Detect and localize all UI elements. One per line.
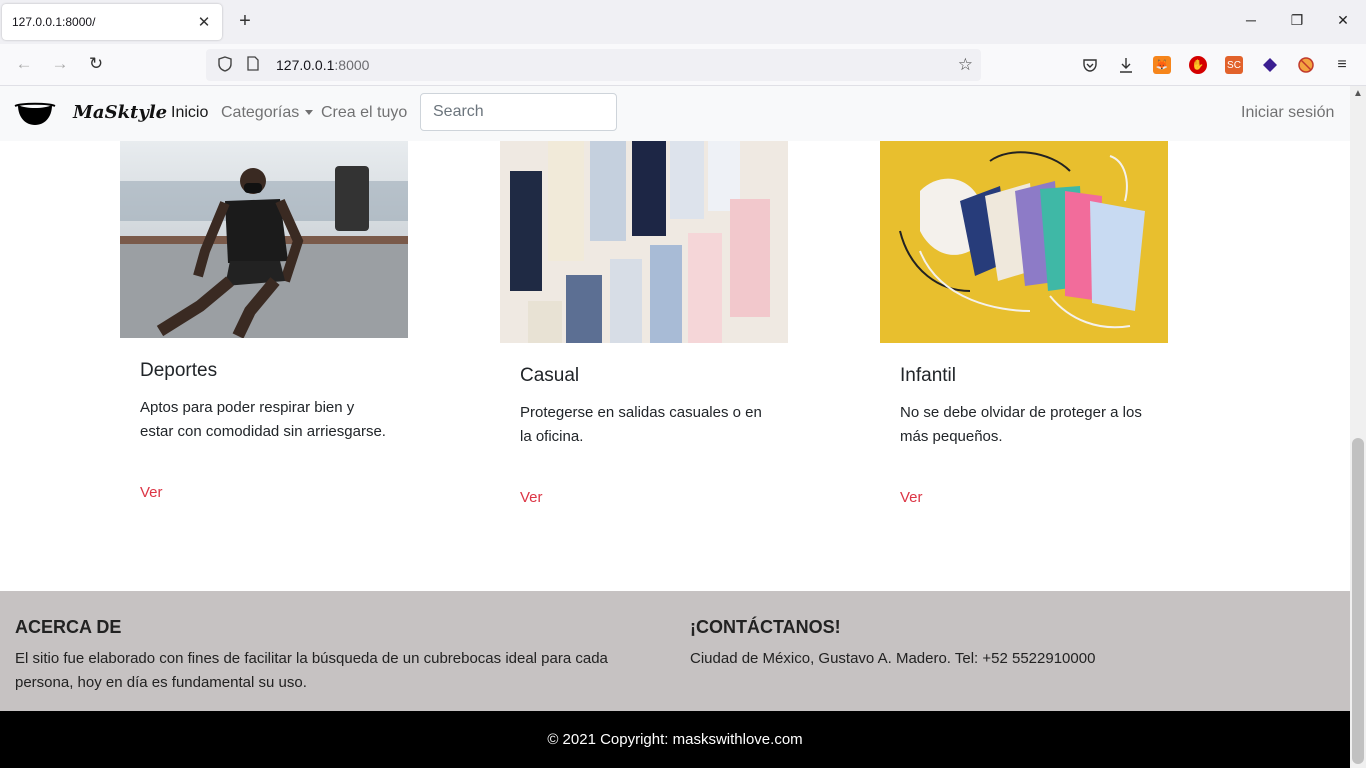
scroll-up-icon[interactable]: ▲ bbox=[1353, 88, 1363, 99]
card-link-ver[interactable]: Ver bbox=[520, 489, 543, 506]
page-scrollbar[interactable]: ▲ bbox=[1350, 86, 1366, 768]
url-bar[interactable]: 127.0.0.1:8000 ☆ bbox=[206, 49, 981, 81]
shield-icon[interactable] bbox=[216, 55, 234, 75]
nav-categorias[interactable]: Categorías bbox=[221, 104, 314, 122]
forward-icon[interactable]: → bbox=[49, 54, 71, 74]
restore-icon[interactable]: ❐ bbox=[1287, 12, 1307, 29]
footer-about-title: ACERCA DE bbox=[15, 617, 122, 637]
close-tab-icon[interactable]: ✕ bbox=[196, 13, 212, 31]
brand-name[interactable]: MaSktyle bbox=[73, 102, 167, 123]
star-icon[interactable]: ☆ bbox=[958, 55, 973, 75]
login-link[interactable]: Iniciar sesión bbox=[1241, 104, 1334, 122]
card-title: Casual bbox=[520, 365, 580, 386]
site-navbar: MaSktyle Inicio Categorías Crea el tuyo … bbox=[0, 86, 1350, 141]
copyright-bar: © 2021 Copyright: maskswithlove.com bbox=[0, 711, 1350, 768]
card-link-ver[interactable]: Ver bbox=[140, 484, 163, 501]
footer-contact-text: Ciudad de México, Gustavo A. Madero. Tel… bbox=[690, 650, 1096, 667]
search-input[interactable] bbox=[420, 93, 617, 131]
card-text: Aptos para poder respirar bien y estar c… bbox=[140, 399, 386, 440]
card-infantil: Infantil No se debe olvidar de proteger … bbox=[880, 141, 1168, 507]
extension-icon[interactable] bbox=[1297, 56, 1315, 74]
footer-about-text: El sitio fue elaborado con fines de faci… bbox=[15, 650, 608, 691]
browser-tab[interactable]: 127.0.0.1:8000/ ✕ bbox=[2, 4, 222, 40]
card-title: Infantil bbox=[900, 365, 956, 386]
caret-down-icon bbox=[305, 110, 314, 116]
nav-crea-el-tuyo[interactable]: Crea el tuyo bbox=[321, 104, 407, 122]
nav-categorias-label: Categorías bbox=[221, 104, 300, 121]
browser-tab-bar: 127.0.0.1:8000/ ✕ + ─ ❐ ✕ bbox=[0, 0, 1366, 44]
card-image-infantil bbox=[880, 141, 1168, 343]
new-tab-icon[interactable]: + bbox=[235, 10, 255, 33]
back-icon[interactable]: ← bbox=[13, 54, 35, 74]
footer-contact-title: ¡CONTÁCTANOS! bbox=[690, 617, 841, 637]
nav-inicio[interactable]: Inicio bbox=[171, 104, 208, 122]
pocket-icon[interactable] bbox=[1081, 56, 1099, 74]
card-title: Deportes bbox=[140, 360, 218, 381]
scroll-thumb[interactable] bbox=[1352, 438, 1364, 764]
card-deportes: Deportes Aptos para poder respirar bien … bbox=[120, 141, 408, 502]
sc-icon[interactable]: SC bbox=[1225, 56, 1243, 74]
url-text: 127.0.0.1:8000 bbox=[276, 57, 369, 73]
browser-toolbar: ← → ↻ 127.0.0.1:8000 ☆ 🦊 ✋ SC ≡ bbox=[0, 44, 1366, 86]
footer: ACERCA DE El sitio fue elaborado con fin… bbox=[0, 591, 1350, 711]
card-text: Protegerse en salidas casuales o en la o… bbox=[520, 404, 762, 445]
close-window-icon[interactable]: ✕ bbox=[1333, 12, 1353, 29]
card-text: No se debe olvidar de proteger a los más… bbox=[900, 404, 1142, 445]
diamond-icon[interactable] bbox=[1261, 56, 1279, 74]
card-casual: Casual Protegerse en salidas casuales o … bbox=[500, 141, 788, 507]
ublock-icon[interactable]: ✋ bbox=[1189, 56, 1207, 74]
menu-icon[interactable]: ≡ bbox=[1333, 56, 1351, 74]
url-port: :8000 bbox=[334, 57, 370, 73]
page-icon bbox=[244, 56, 262, 74]
tab-title: 127.0.0.1:8000/ bbox=[12, 15, 96, 29]
metamask-icon[interactable]: 🦊 bbox=[1153, 56, 1171, 74]
mask-logo-icon[interactable] bbox=[14, 100, 56, 126]
download-icon[interactable] bbox=[1117, 56, 1135, 74]
minimize-icon[interactable]: ─ bbox=[1241, 12, 1261, 28]
url-host: 127.0.0.1 bbox=[276, 57, 335, 73]
reload-icon[interactable]: ↻ bbox=[85, 54, 107, 74]
category-cards: Deportes Aptos para poder respirar bien … bbox=[0, 141, 1350, 591]
card-image-casual bbox=[500, 141, 788, 343]
card-link-ver[interactable]: Ver bbox=[900, 489, 923, 506]
card-image-deportes bbox=[120, 141, 408, 338]
